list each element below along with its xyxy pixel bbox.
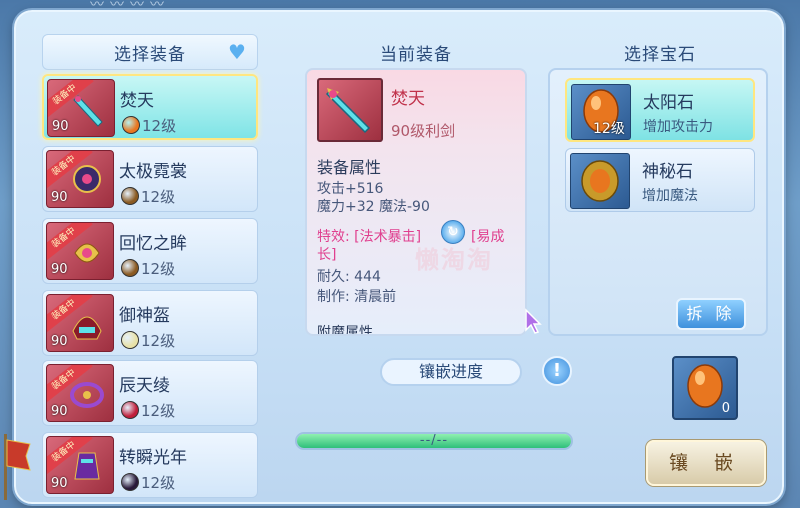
remove-button[interactable]: 拆 除 (676, 298, 746, 330)
equipment-list-title: 选择装备 (114, 44, 186, 65)
gem-desc: 增加魔法 (642, 188, 698, 204)
equipment-thumbnail: 装备中 90 (47, 79, 115, 137)
embed-progress-bar: --/-- (295, 432, 573, 450)
gem-item-mystic-stone[interactable]: 神秘石 增加魔法 (565, 148, 755, 212)
equipment-level: 90 (51, 476, 68, 491)
equipment-type: 90级利剑 (391, 122, 456, 140)
gem-item-sun-stone[interactable]: 12级 太阳石 增加攻击力 (565, 78, 755, 142)
equipment-icon (72, 316, 102, 340)
cursor-icon (525, 308, 542, 334)
watermark: 懒淘淘 (415, 246, 493, 274)
special-effect-line2: 长] (317, 247, 337, 263)
equipment-list-item[interactable]: 装备中 90 御神盔 12级 (42, 290, 258, 356)
attribute-attack: 攻击+516 (317, 181, 384, 197)
equipment-thumbnail: 装备中 90 (46, 222, 114, 280)
attribute-magic: 魔力+32 魔法-90 (317, 199, 430, 215)
gem-name: 神秘石 (642, 162, 693, 182)
equipment-level: 90 (51, 262, 68, 277)
attribute-heading: 装备属性 (317, 158, 382, 177)
equipment-name: 焚天 (120, 91, 154, 111)
equipment-thumbnail: 装备中 90 (46, 294, 114, 352)
gem-icon (121, 187, 139, 205)
gem-select-title: 选择宝石 (624, 45, 696, 65)
equipment-name: 辰天绫 (119, 376, 170, 396)
equipment-level: 90 (51, 334, 68, 349)
equipment-level: 90 (52, 119, 69, 134)
mystic-stone-icon (581, 160, 619, 202)
equipment-name: 御神盔 (119, 306, 170, 326)
current-equipment-title: 当前装备 (380, 45, 452, 65)
equipment-icon (74, 452, 100, 480)
flag-decoration (4, 434, 31, 500)
equipment-name: 焚天 (391, 89, 425, 109)
equipment-icon (73, 95, 103, 127)
equipment-icon (73, 165, 101, 193)
equipment-name: 回忆之眸 (119, 234, 187, 254)
durability: 耐久: 444 (317, 269, 381, 285)
gem-level: 12级 (141, 188, 176, 206)
title-decoration: 〰〰〰〰 (90, 0, 170, 13)
equipment-level: 90 (51, 404, 68, 419)
gem-icon (121, 473, 139, 491)
heart-icon: ♥ (228, 40, 246, 64)
gem-count: 0 (721, 401, 730, 416)
embed-button[interactable]: 镶 嵌 (646, 440, 766, 486)
enchant-heading-cut: 附魔属性 (317, 325, 373, 336)
equipment-name: 转瞬光年 (119, 448, 187, 468)
equipment-thumbnail (317, 78, 383, 142)
equipment-thumbnail: 装备中 90 (46, 436, 114, 494)
progress-text: --/-- (419, 433, 449, 448)
sword-icon (325, 88, 371, 134)
gem-name: 太阳石 (643, 93, 694, 113)
gem-level: 12级 (593, 121, 625, 137)
equipment-level: 90 (51, 190, 68, 205)
equipment-list-item[interactable]: 装备中 90 太极霓裳 12级 (42, 146, 258, 212)
gem-level: 12级 (141, 260, 176, 278)
gem-icon (121, 331, 139, 349)
gem-slot[interactable]: 0 (672, 356, 738, 420)
equipment-list-header: 选择装备 ♥ (42, 34, 258, 70)
gem-icon (121, 401, 139, 419)
special-effect: 特效: [法术暴击] (317, 229, 422, 245)
help-icon[interactable]: ! (542, 356, 572, 386)
gem-level: 12级 (142, 117, 177, 135)
gem-thumbnail (570, 153, 630, 209)
equipment-name: 太极霓裳 (119, 162, 187, 182)
gem-level: 12级 (141, 402, 176, 420)
gem-level: 12级 (141, 332, 176, 350)
equipment-list-item[interactable]: 装备中 90 焚天 12级 (42, 74, 258, 140)
current-equipment-card[interactable]: 焚天 90级利剑 装备属性 攻击+516 魔力+32 魔法-90 特效: [法术… (305, 68, 527, 336)
equipment-thumbnail: 装备中 90 (46, 364, 114, 422)
embed-progress-label: 镶嵌进度 (380, 358, 522, 386)
maker: 制作: 清晨前 (317, 289, 397, 305)
equipment-thumbnail: 装备中 90 (46, 150, 114, 208)
equipment-list-item[interactable]: 装备中 90 辰天绫 12级 (42, 360, 258, 426)
equipment-list-item[interactable]: 装备中 90 转瞬光年 12级 (42, 432, 258, 498)
gem-desc: 增加攻击力 (643, 119, 713, 135)
gem-icon (122, 116, 140, 134)
equipment-list-item[interactable]: 装备中 90 回忆之眸 12级 (42, 218, 258, 284)
gem-icon (121, 259, 139, 277)
gem-level: 12级 (141, 474, 176, 492)
equipment-icon (70, 382, 104, 408)
equipment-icon (74, 243, 100, 263)
